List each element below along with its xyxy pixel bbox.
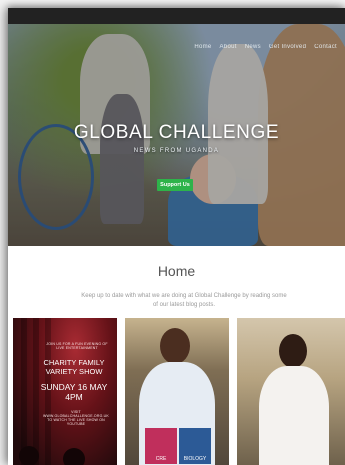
- audience-silhouette: [63, 448, 85, 465]
- nav-news[interactable]: News: [245, 44, 261, 50]
- nav-about[interactable]: About: [220, 44, 237, 50]
- browser-frame: Home About News Get Involved Contact GLO…: [8, 8, 345, 465]
- blog-cards: JOIN US FOR A FUN EVENING OF LIVE ENTERT…: [13, 318, 345, 465]
- support-us-button[interactable]: Support Us: [157, 179, 193, 191]
- page-title: Home: [157, 263, 196, 279]
- top-bar: [8, 8, 345, 24]
- audience-silhouette: [19, 446, 39, 465]
- blog-card-books[interactable]: CRE BIOLOGY: [125, 318, 229, 465]
- poster-title-line2: VARIETY SHOW: [45, 367, 103, 376]
- nav-contact[interactable]: Contact: [314, 44, 337, 50]
- hero-title: GLOBAL CHALLENGE: [73, 122, 280, 143]
- poster-footer: VISIT WWW.GLOBALCHALLENGE.ORG.UK TO WATC…: [43, 410, 109, 426]
- nav-get-involved[interactable]: Get Involved: [269, 44, 306, 50]
- hero-banner: Home About News Get Involved Contact GLO…: [8, 24, 345, 246]
- nav-home[interactable]: Home: [194, 44, 211, 50]
- person-head: [279, 334, 307, 368]
- book-cre: CRE: [145, 428, 177, 464]
- intro-text: Keep up to date with what we are doing a…: [81, 293, 287, 308]
- blog-card-student[interactable]: [237, 318, 345, 465]
- poster-date-line2: 4PM: [65, 392, 83, 402]
- blog-card-variety-show[interactable]: JOIN US FOR A FUN EVENING OF LIVE ENTERT…: [13, 318, 117, 465]
- poster-date-line1: SUNDAY 16 MAY: [40, 382, 108, 392]
- person-body: [259, 366, 329, 465]
- main-nav: Home About News Get Involved Contact: [194, 44, 337, 50]
- poster-title-line1: CHARITY FAMILY: [43, 358, 105, 367]
- curtain-fold: [21, 318, 27, 465]
- book-biology: BIOLOGY: [179, 428, 211, 464]
- hero-subtitle: NEWS FROM UGANDA: [133, 148, 220, 154]
- person-head: [160, 328, 190, 364]
- poster-tagline: JOIN US FOR A FUN EVENING OF LIVE ENTERT…: [46, 342, 108, 350]
